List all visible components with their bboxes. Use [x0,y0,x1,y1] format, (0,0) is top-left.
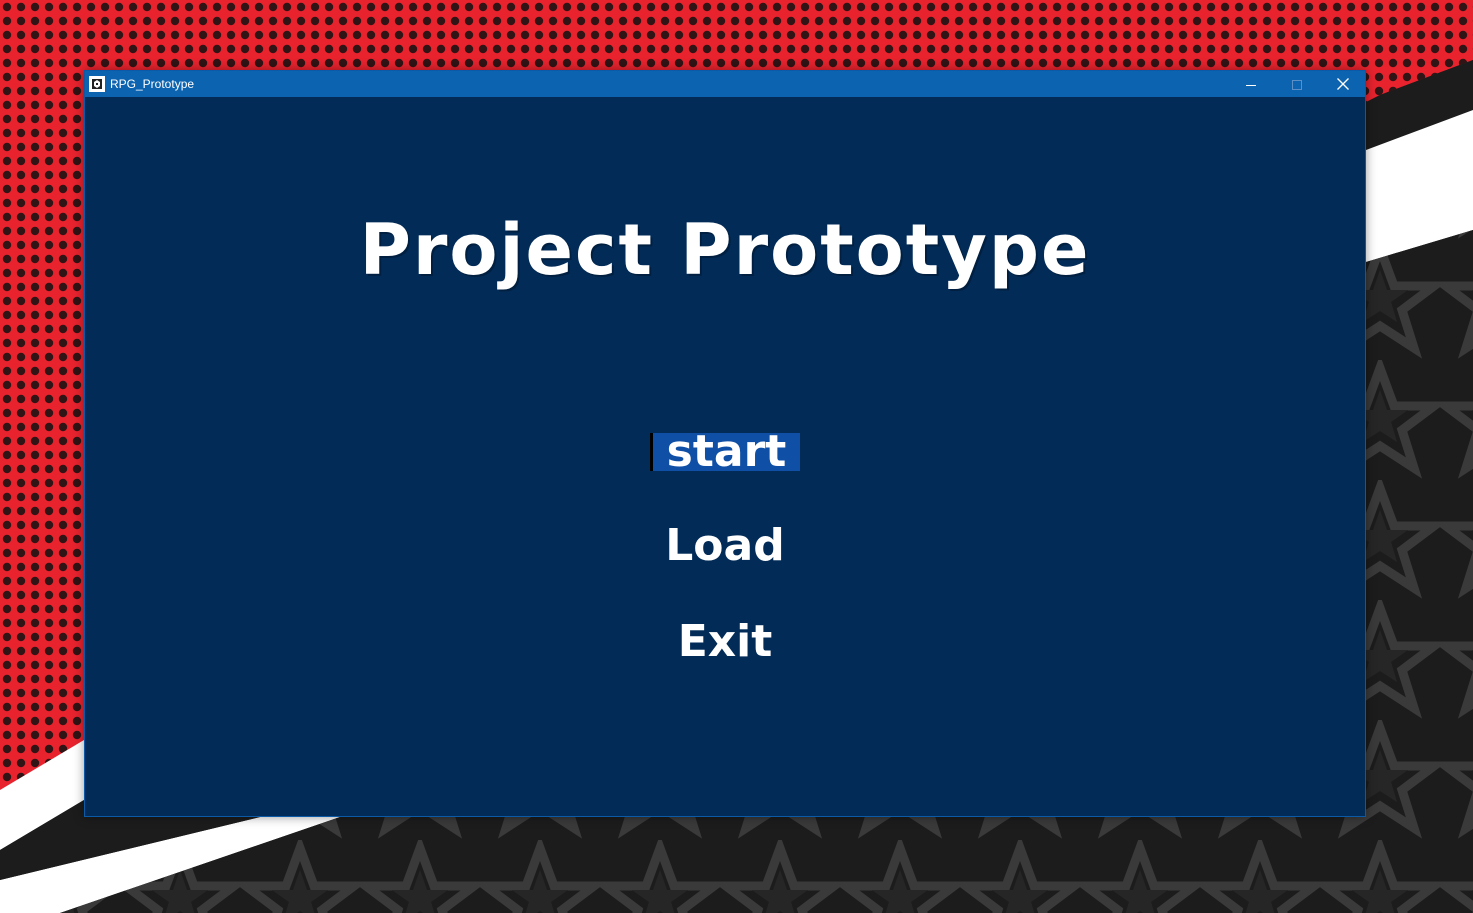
start-menu-item[interactable]: start [85,425,1365,479]
close-button[interactable] [1320,71,1366,97]
close-icon [1337,75,1349,94]
game-viewport: Project Prototype start Load Exit [85,97,1365,816]
maximize-button[interactable] [1274,71,1320,97]
window-title: RPG_Prototype [110,77,195,91]
exit-label: Exit [677,616,773,667]
desktop: RPG_Prototype Project Prototype start Lo… [0,0,1473,913]
game-title: Project Prototype [359,209,1091,291]
unity-icon [89,76,105,92]
load-label: Load [665,520,785,571]
minimize-icon [1246,75,1256,94]
load-menu-item[interactable]: Load [85,519,1365,573]
exit-menu-item[interactable]: Exit [85,615,1365,669]
game-window: RPG_Prototype Project Prototype start Lo… [84,70,1366,817]
start-label: start [649,430,801,474]
minimize-button[interactable] [1228,71,1274,97]
window-titlebar[interactable]: RPG_Prototype [85,71,1365,97]
maximize-icon [1292,75,1302,94]
